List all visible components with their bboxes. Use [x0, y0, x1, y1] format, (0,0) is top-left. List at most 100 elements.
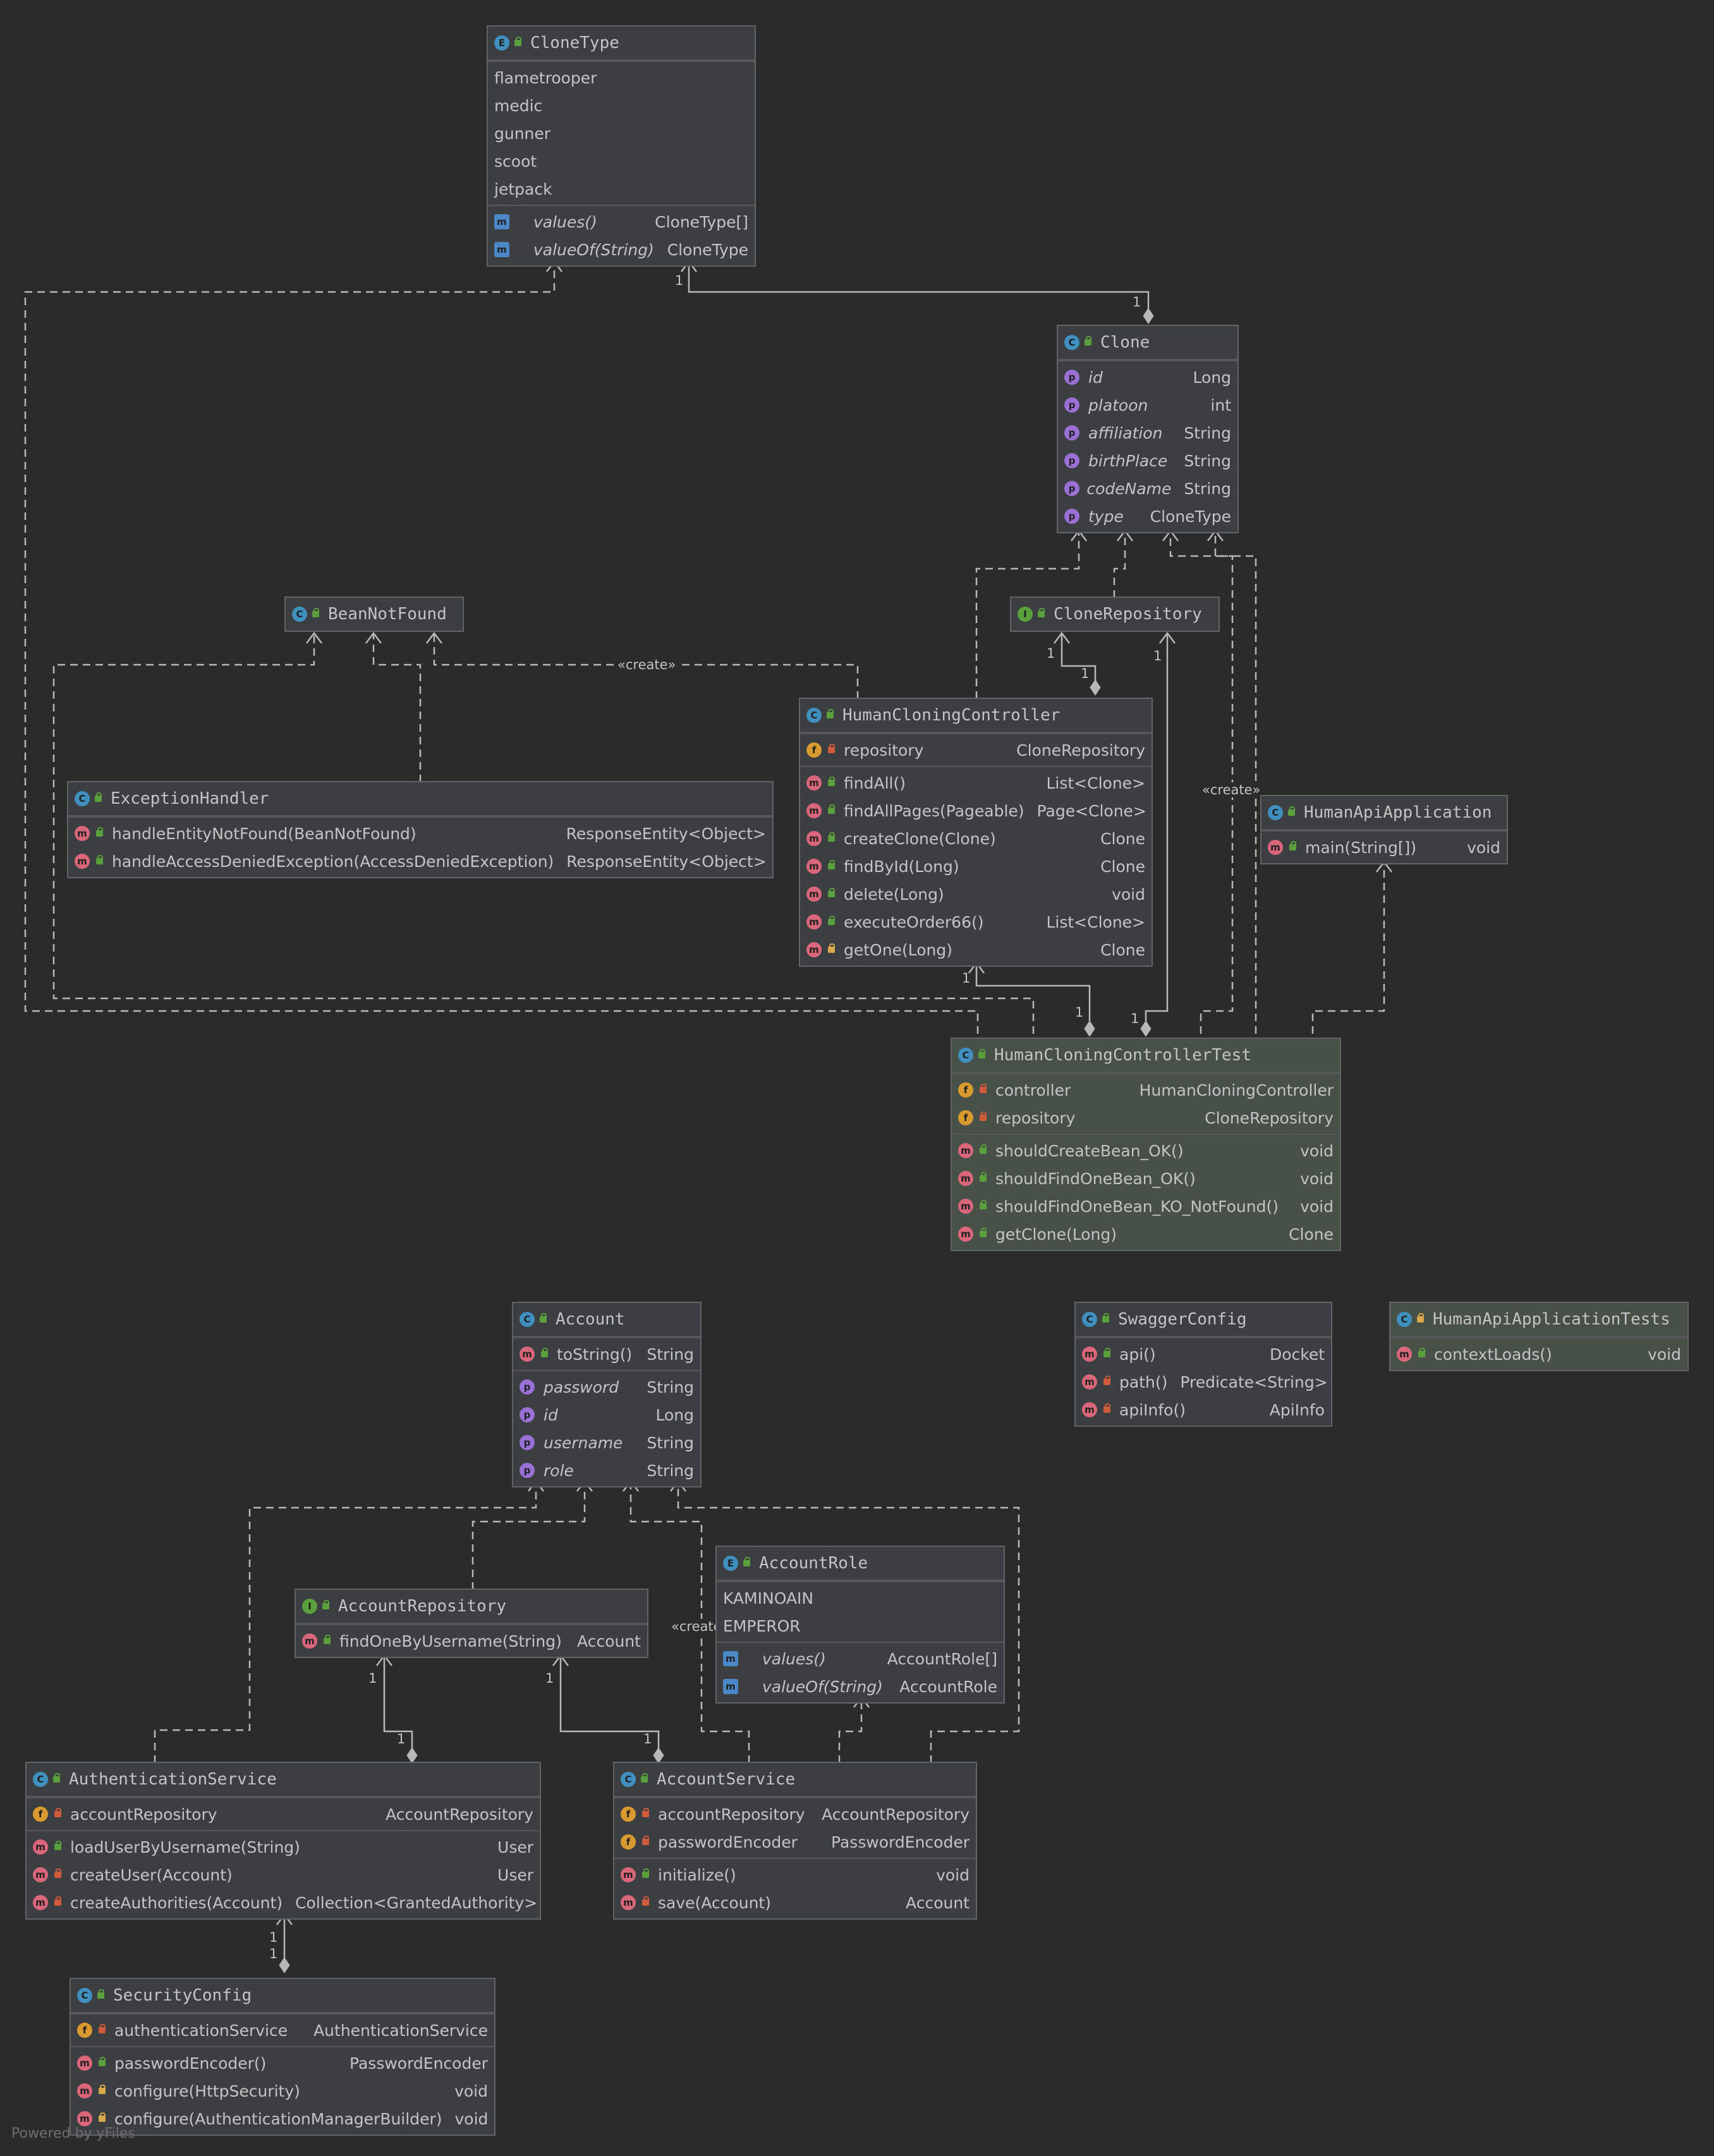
property-icon: p	[1064, 397, 1079, 413]
multiplicity-label: 1	[1131, 1011, 1140, 1026]
method-row: m toString() String	[513, 1340, 700, 1368]
class-icon: C	[77, 1988, 92, 2003]
edge-exceptionhandler-beannotfound	[372, 634, 422, 782]
class-name: Clone	[1100, 333, 1150, 352]
class-header: C HumanApiApplicationTests	[1390, 1303, 1687, 1337]
property-row: p password String	[513, 1373, 700, 1401]
method-icon: m	[302, 1633, 317, 1649]
class-name: HumanApiApplication	[1304, 803, 1492, 822]
enum-constant: flametrooper	[494, 68, 597, 87]
class-box-humanapiapplication[interactable]: C HumanApiApplication m main(String[]) voi…	[1260, 795, 1508, 864]
public-lock-icon	[96, 827, 103, 837]
property-row: p id Long	[513, 1401, 700, 1429]
method-row: m findAll() List<Clone>	[800, 769, 1152, 797]
property-icon: p	[1064, 370, 1079, 385]
method-row: m valueOf(String) AccountRole	[717, 1673, 1004, 1700]
method-row: m contextLoads() void	[1390, 1340, 1687, 1368]
class-box-humancloningcontroller[interactable]: C HumanCloningController f repository Clon…	[799, 698, 1153, 967]
method-icon: m	[520, 1347, 535, 1362]
method-icon: m	[806, 914, 822, 930]
property-row: p role String	[513, 1457, 700, 1484]
public-lock-icon	[1102, 1313, 1109, 1323]
field-section: f authenticationService AuthenticationServ…	[71, 2013, 494, 2046]
interface-box-clonerepository[interactable]: I CloneRepository	[1010, 597, 1220, 632]
class-box-accountservice[interactable]: C AccountService f accountRepository Accou…	[613, 1762, 977, 1920]
class-header: C ExceptionHandler	[68, 782, 772, 816]
class-header: C SwaggerConfig	[1076, 1303, 1331, 1337]
property-row: p type CloneType	[1058, 502, 1237, 530]
static-method-icon: m	[723, 1651, 738, 1666]
public-lock-icon	[1288, 806, 1295, 816]
method-section: m findOneByUsername(String) Account	[296, 1624, 647, 1657]
multiplicity-label: 1	[269, 1930, 278, 1945]
class-box-clone[interactable]: C Clone p id Long p platoon int p affiliation…	[1057, 325, 1239, 533]
method-row: m findAllPages(Pageable) Page<Clone>	[800, 797, 1152, 825]
class-box-exceptionhandler[interactable]: C ExceptionHandler m handleEntityNotFound…	[67, 781, 774, 878]
static-method-icon: m	[723, 1679, 738, 1694]
interface-box-accountrepository[interactable]: I AccountRepository m findOneByUsername(S…	[295, 1589, 648, 1658]
method-icon: m	[621, 1895, 636, 1910]
class-box-clonetype[interactable]: E CloneType flametrooper medic gunner sc…	[487, 25, 756, 267]
class-box-authenticationservice[interactable]: C AuthenticationService f accountReposito…	[25, 1762, 541, 1920]
class-header: C AccountService	[614, 1763, 976, 1797]
method-row: m save(Account) Account	[614, 1889, 976, 1917]
class-name: HumanApiApplicationTests	[1433, 1310, 1670, 1329]
multiplicity-label: 1	[368, 1671, 377, 1686]
field-icon: f	[621, 1807, 636, 1822]
method-icon: m	[1082, 1374, 1097, 1390]
class-icon: C	[1082, 1312, 1097, 1327]
class-box-swaggerconfig[interactable]: C SwaggerConfig m api() Docket m path() Pred…	[1074, 1302, 1332, 1427]
public-lock-icon	[95, 792, 102, 802]
class-name: CloneRepository	[1054, 605, 1202, 624]
multiplicity-label: 1	[1075, 1005, 1084, 1020]
public-lock-icon	[743, 1557, 750, 1566]
class-icon: C	[520, 1312, 535, 1327]
field-icon: f	[33, 1807, 48, 1822]
method-section: m values() CloneType[] m valueOf(String) Clo…	[488, 205, 755, 265]
private-lock-icon	[1103, 1403, 1110, 1413]
class-box-beannotfound[interactable]: C BeanNotFound	[284, 597, 464, 632]
method-section: m api() Docket m path() Predicate<String> ma…	[1076, 1337, 1331, 1426]
method-icon: m	[806, 887, 822, 902]
property-row: p codeName String	[1058, 475, 1237, 502]
public-lock-icon	[980, 1200, 987, 1209]
class-box-account[interactable]: C Account m toString() String p password Str…	[512, 1302, 702, 1487]
method-row: m initialize() void	[614, 1861, 976, 1889]
class-box-securityconfig[interactable]: C SecurityConfig f authenticationService A…	[70, 1978, 495, 2136]
class-name: BeanNotFound	[328, 605, 447, 624]
multiplicity-label: 1	[962, 971, 971, 986]
class-header: C AuthenticationService	[27, 1763, 540, 1797]
field-section: f accountRepository AccountRepository f pas…	[614, 1797, 976, 1858]
method-row: m main(String[]) void	[1261, 833, 1507, 861]
class-icon: C	[806, 708, 822, 723]
class-box-humanapiapplicationtests[interactable]: C HumanApiApplicationTests m contextLoads…	[1389, 1302, 1689, 1371]
method-row: m createClone(Clone) Clone	[800, 825, 1152, 852]
method-row: m handleEntityNotFound(BeanNotFound) Respo…	[68, 820, 772, 847]
multiplicity-label: 1	[1153, 648, 1162, 663]
enum-box-accountrole[interactable]: E AccountRole KAMINOAIN EMPEROR m values(…	[715, 1546, 1005, 1704]
method-row: m shouldFindOneBean_OK() void	[952, 1165, 1340, 1192]
public-lock-icon	[827, 709, 834, 718]
property-icon: p	[520, 1435, 535, 1450]
public-lock-icon	[641, 1773, 648, 1783]
public-lock-icon	[541, 1348, 548, 1357]
public-lock-icon	[1085, 336, 1091, 346]
enum-constants: KAMINOAIN EMPEROR	[717, 1581, 1004, 1642]
method-section: m toString() String	[513, 1337, 700, 1370]
enum-icon: E	[494, 35, 509, 51]
property-row: p affiliation String	[1058, 419, 1237, 447]
private-lock-icon	[642, 1808, 649, 1817]
package-lock-icon	[1417, 1313, 1424, 1323]
class-name: HumanCloningControllerTest	[994, 1046, 1251, 1065]
package-lock-icon	[828, 943, 835, 953]
class-box-humancloningcontrollertest[interactable]: C HumanCloningControllerTest f controller…	[951, 1038, 1341, 1251]
public-lock-icon	[978, 1049, 985, 1058]
class-header: C SecurityConfig	[71, 1979, 494, 2013]
class-icon: C	[292, 607, 307, 622]
private-lock-icon	[642, 1836, 649, 1845]
method-row: m createUser(Account) User	[27, 1861, 540, 1889]
method-section: m loadUserByUsername(String) User m createU…	[27, 1830, 540, 1918]
class-header: C HumanApiApplication	[1261, 796, 1507, 830]
test-method-icon: m	[958, 1171, 973, 1186]
edge-clonerepository-clone	[1113, 532, 1126, 598]
